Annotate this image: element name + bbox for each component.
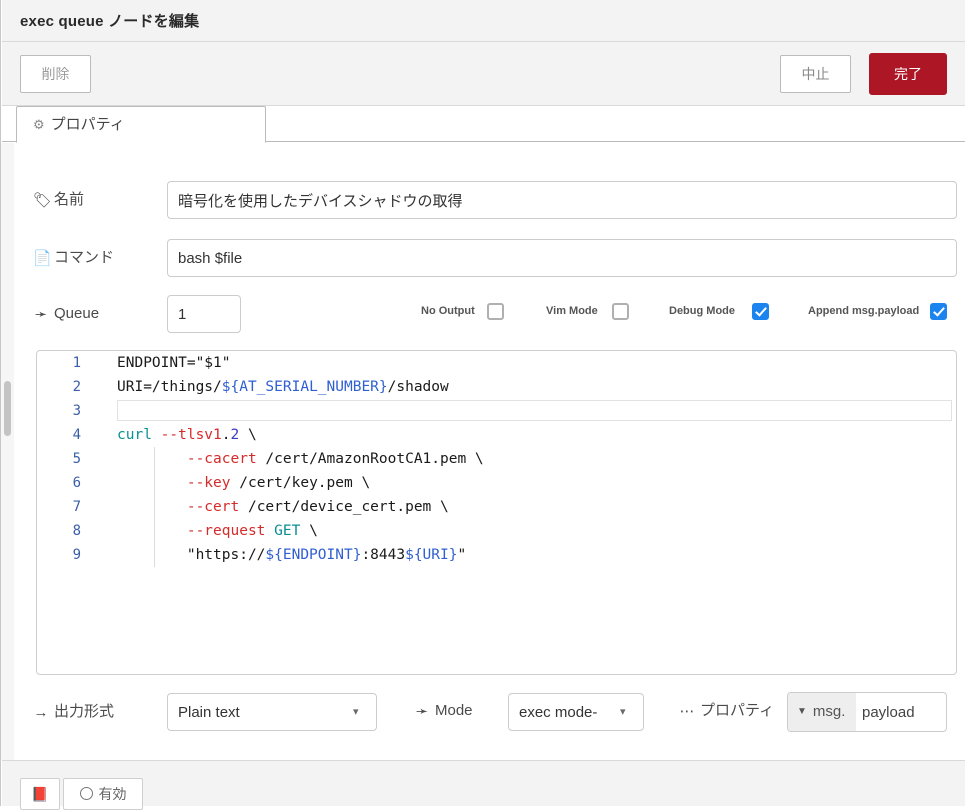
- code-line[interactable]: 2 URI=/things/${AT_SERIAL_NUMBER}/shadow: [37, 375, 956, 399]
- checkbox-append-payload[interactable]: Append msg.payload: [808, 302, 953, 324]
- mode-select[interactable]: exec mode-spawn mode-: [508, 693, 644, 731]
- checkbox-debug-mode-box[interactable]: [752, 303, 769, 320]
- cancel-button[interactable]: 中止: [780, 55, 851, 93]
- done-button[interactable]: 完了: [869, 53, 947, 95]
- tab-properties[interactable]: ⚙ プロパティ: [16, 106, 266, 143]
- code-line[interactable]: 7 --cert /cert/device_cert.pem \: [37, 495, 956, 519]
- checkbox-debug-mode-label: Debug Mode: [669, 305, 735, 317]
- property-label: ⋯ プロパティ: [679, 701, 775, 722]
- code-line-number: 4: [72, 427, 81, 443]
- gear-icon: ⚙: [33, 117, 45, 132]
- name-label-text: 名前: [54, 191, 85, 208]
- tray-footer: [2, 760, 965, 806]
- delete-button[interactable]: 削除: [20, 55, 91, 93]
- checkbox-vim-mode[interactable]: Vim Mode: [546, 302, 636, 324]
- checkbox-append-payload-label: Append msg.payload: [808, 305, 920, 317]
- mode-label-text: Mode: [435, 702, 473, 719]
- tag-icon: 🏷: [33, 192, 53, 209]
- code-line-number: 9: [72, 547, 81, 563]
- node-enabled-toggle[interactable]: 有効: [63, 778, 143, 810]
- property-typed-input[interactable]: ▼ msg.: [787, 692, 947, 732]
- code-line-number: 5: [72, 451, 81, 467]
- script-code-editor[interactable]: 1 ENDPOINT="$1" 2 URI=/things/${AT_SERIAL_N…: [36, 350, 957, 675]
- queue-input[interactable]: [167, 295, 241, 333]
- code-line-text: URI=/things/${AT_SERIAL_NUMBER}/shadow: [117, 379, 449, 395]
- code-line-number: 7: [72, 499, 81, 515]
- node-info-button[interactable]: 📕: [20, 778, 60, 810]
- property-type-label: msg.: [812, 703, 846, 720]
- file-icon: 📄: [33, 250, 52, 267]
- code-line-number: 6: [72, 475, 81, 491]
- tab-bar: ⚙ プロパティ: [2, 106, 965, 143]
- checkbox-vim-mode-label: Vim Mode: [546, 305, 598, 317]
- code-line[interactable]: 6 --key /cert/key.pem \: [37, 471, 956, 495]
- caret-down-icon: ▼: [797, 706, 807, 717]
- property-value-input[interactable]: [856, 693, 946, 731]
- checkbox-no-output[interactable]: No Output: [421, 302, 511, 324]
- code-line[interactable]: 5 --cacert /cert/AmazonRootCA1.pem \: [37, 447, 956, 471]
- code-line[interactable]: 4 curl --tlsv1.2 \: [37, 423, 956, 447]
- code-line-number: 8: [72, 523, 81, 539]
- node-enabled-label: 有効: [98, 786, 127, 802]
- command-label-text: コマンド: [54, 249, 115, 266]
- checkbox-no-output-label: No Output: [421, 305, 475, 317]
- checkbox-debug-mode[interactable]: Debug Mode: [669, 302, 769, 324]
- code-line-text: ENDPOINT="$1": [117, 355, 231, 371]
- checkbox-no-output-box[interactable]: [487, 303, 504, 320]
- code-line-text: curl --tlsv1.2 \: [117, 427, 257, 443]
- code-line[interactable]: 3: [37, 399, 956, 423]
- code-line-number: 2: [72, 379, 81, 395]
- output-format-select[interactable]: Plain textJSONBinary: [167, 693, 377, 731]
- code-line-text: "https://${ENDPOINT}:8443${URI}": [117, 547, 467, 563]
- tray-titlebar: exec queue ノードを編集: [2, 0, 965, 42]
- page-title: exec queue ノードを編集: [20, 13, 200, 30]
- code-line-number: 1: [72, 355, 81, 371]
- code-line[interactable]: 9 "https://${ENDPOINT}:8443${URI}": [37, 543, 956, 567]
- name-label: 🏷 名前: [33, 190, 84, 211]
- code-line-number: 3: [72, 403, 81, 419]
- mode-label: ➛ Mode: [414, 701, 473, 722]
- code-line[interactable]: 8 --request GET \: [37, 519, 956, 543]
- name-input[interactable]: [167, 181, 957, 219]
- sign-out-icon: ➛: [34, 306, 48, 323]
- book-icon: 📕: [31, 786, 49, 802]
- circle-icon: [79, 787, 93, 800]
- queue-label: ➛ Queue: [33, 304, 99, 325]
- sign-out-icon: ➛: [415, 703, 429, 720]
- tab-properties-label: プロパティ: [50, 116, 125, 133]
- form-scrollbar-track[interactable]: [1, 143, 14, 760]
- code-line[interactable]: 1 ENDPOINT="$1": [37, 351, 956, 375]
- node-edit-tray: exec queue ノードを編集 削除 中止 完了 ⚙ プロパティ 🏷名前 📄コ…: [0, 0, 965, 810]
- code-line-text: --cert /cert/device_cert.pem \: [186, 499, 449, 515]
- output-format-label: → 出力形式: [33, 702, 115, 723]
- ellipsis-icon: ⋯: [679, 703, 695, 720]
- arrow-right-icon: →: [33, 704, 49, 721]
- property-type-dropdown[interactable]: ▼ msg.: [788, 693, 856, 731]
- checkbox-append-payload-box[interactable]: [930, 303, 947, 320]
- code-line-text: --request GET \: [186, 523, 318, 539]
- checkbox-vim-mode-box[interactable]: [612, 303, 629, 320]
- output-format-label-text: 出力形式: [54, 703, 115, 720]
- queue-label-text: Queue: [54, 305, 100, 322]
- command-input[interactable]: [167, 239, 957, 277]
- property-label-text: プロパティ: [700, 702, 775, 719]
- command-label: 📄 コマンド: [33, 248, 114, 269]
- code-line-text: --cacert /cert/AmazonRootCA1.pem \: [186, 451, 484, 467]
- active-line-highlight: [117, 400, 952, 421]
- code-line-text: --key /cert/key.pem \: [186, 475, 371, 491]
- form-scrollbar-thumb[interactable]: [4, 381, 11, 436]
